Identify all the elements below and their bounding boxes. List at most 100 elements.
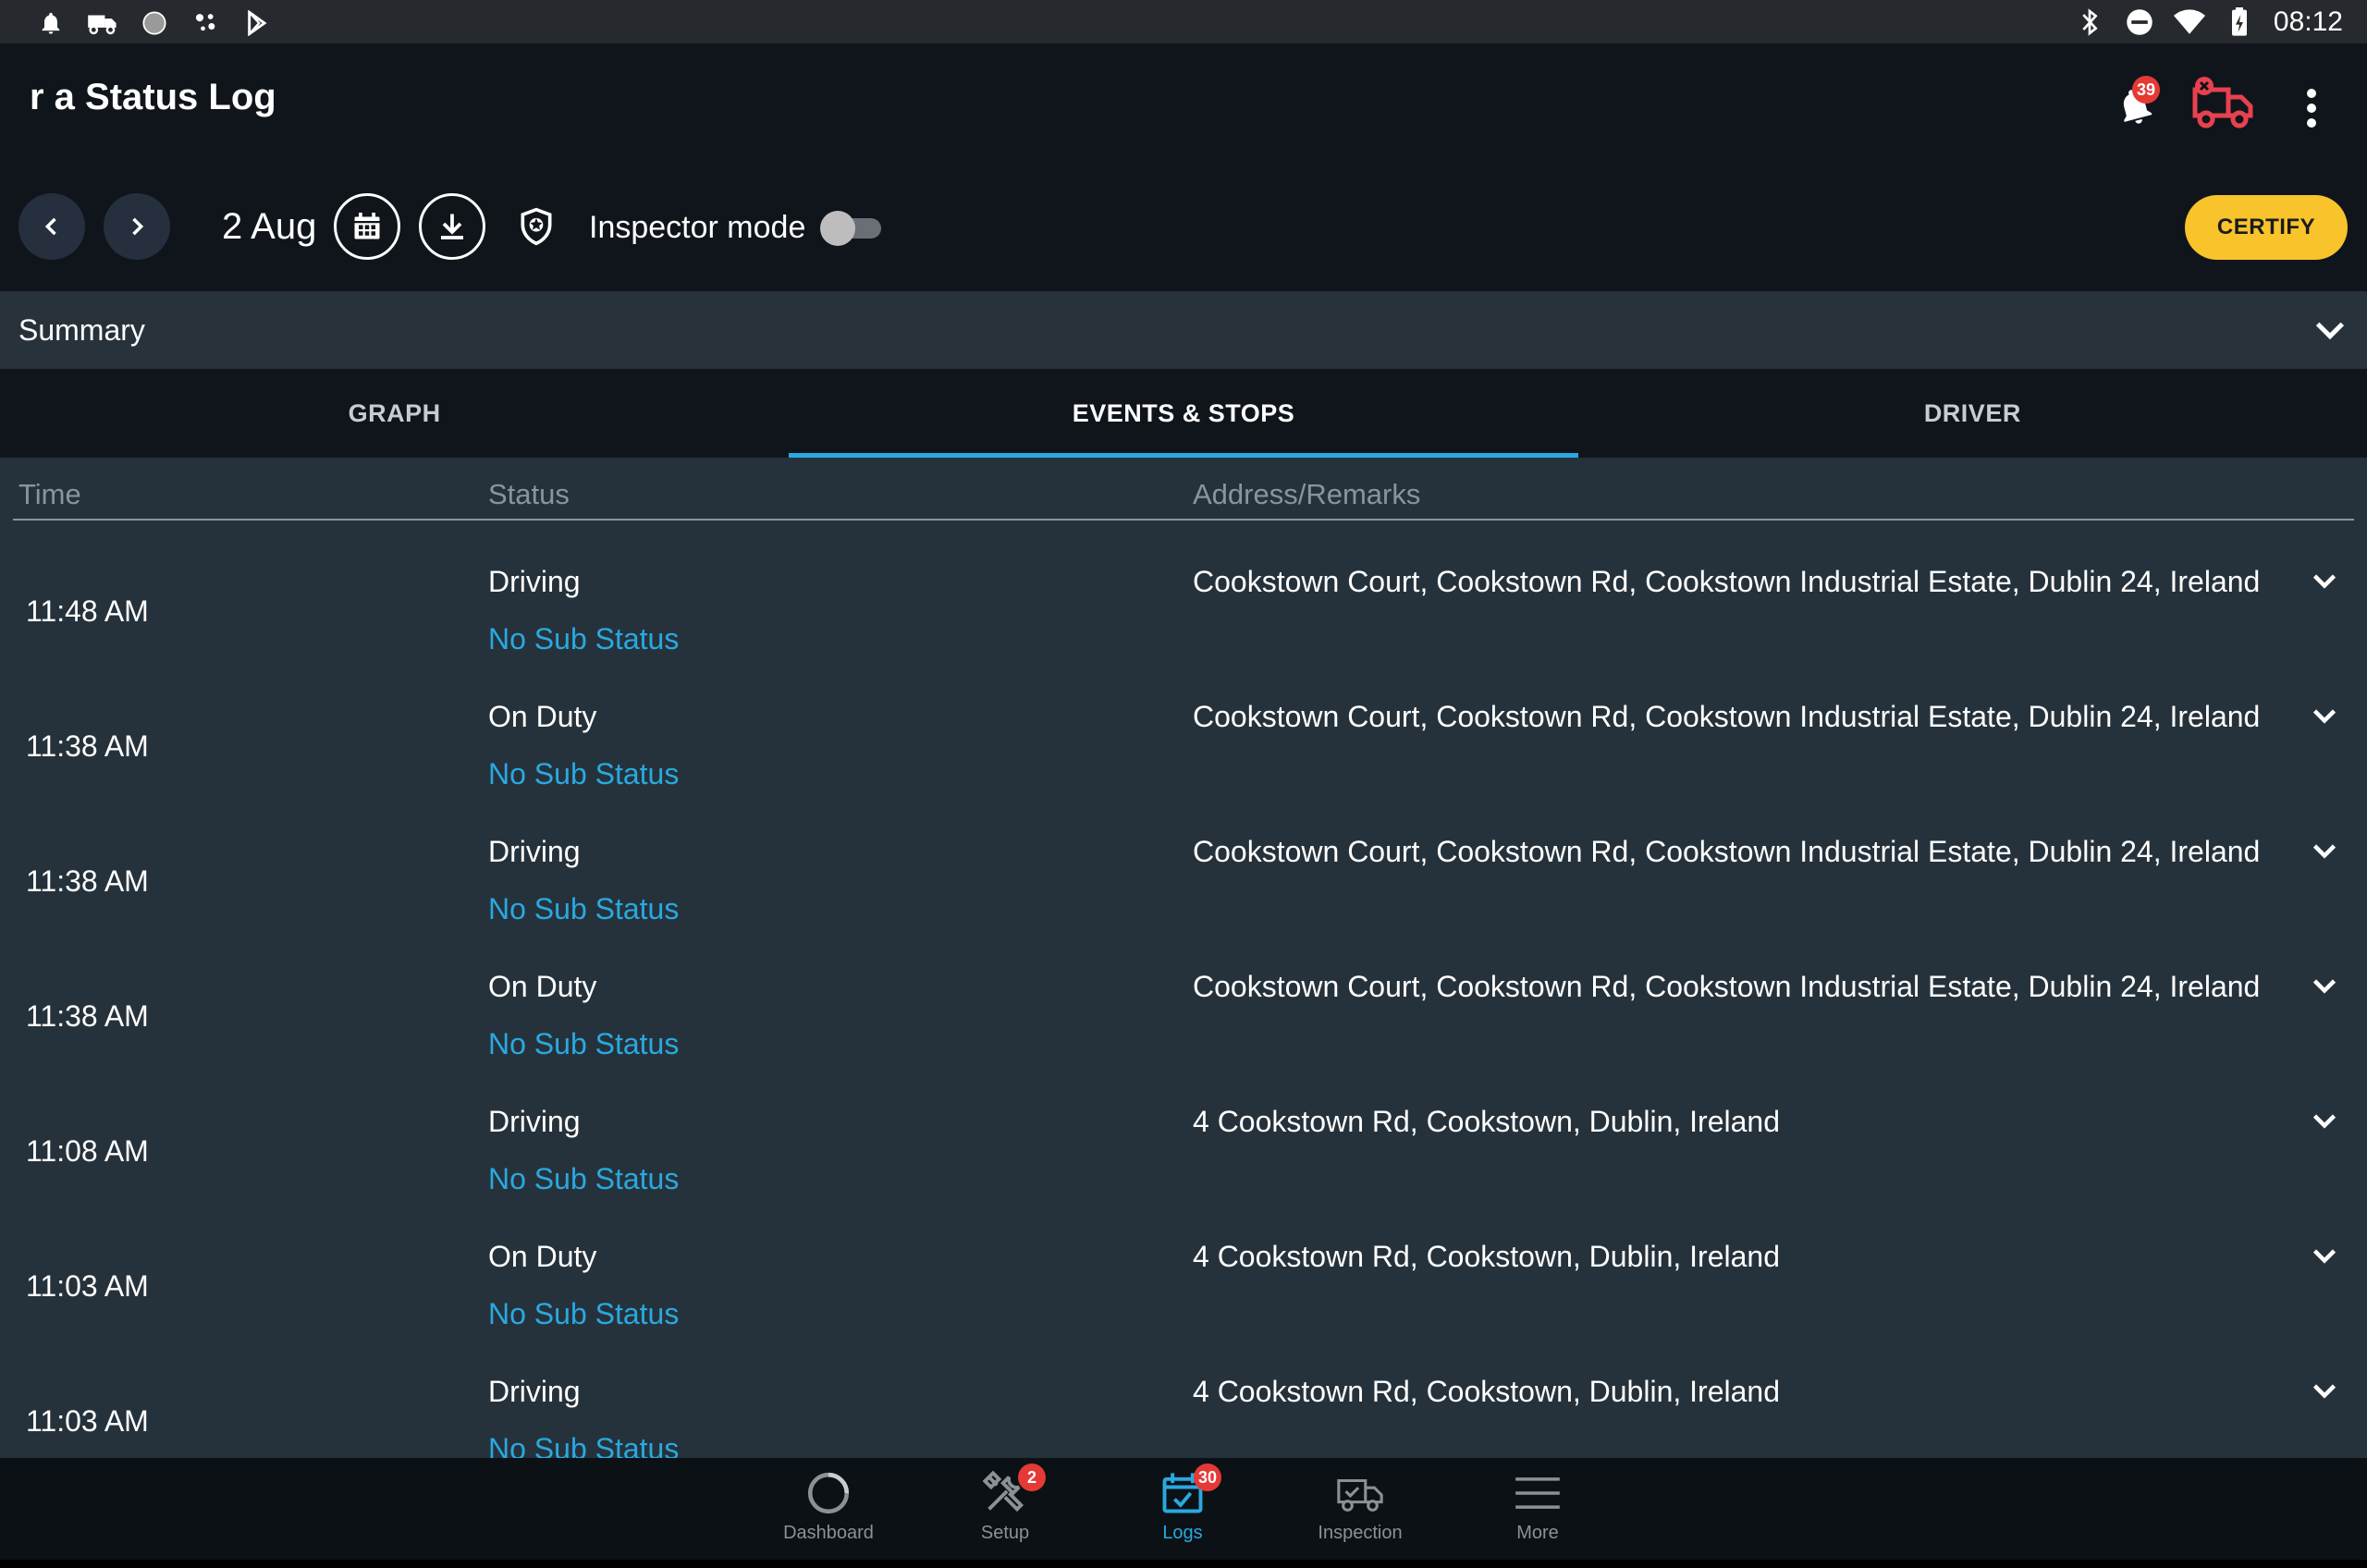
event-status: Driving <box>488 565 581 598</box>
event-time: 11:48 AM <box>26 594 149 628</box>
event-sub-status[interactable]: No Sub Status <box>488 892 679 926</box>
nav-more[interactable]: More <box>1468 1467 1607 1556</box>
table-row[interactable]: 11:03 AM On Duty No Sub Status 4 Cooksto… <box>0 1214 2367 1349</box>
truck-alert-icon <box>2192 77 2253 129</box>
column-header-address: Address/Remarks <box>1193 478 1421 510</box>
tab-events-stops[interactable]: EVENTS & STOPS <box>789 369 1578 458</box>
nav-label: Dashboard <box>783 1523 874 1543</box>
event-status: Driving <box>488 835 581 868</box>
download-icon <box>441 214 463 239</box>
battery-icon <box>2224 6 2255 38</box>
nav-label: Logs <box>1162 1523 1203 1543</box>
expand-chevron-icon[interactable] <box>2308 1240 2345 1277</box>
expand-chevron-icon[interactable] <box>2308 565 2345 602</box>
event-sub-status[interactable]: No Sub Status <box>488 622 679 656</box>
bottom-navigation: Dashboard 2 Setup 30 Logs Inspection Mor… <box>0 1458 2367 1560</box>
dots-icon <box>190 7 222 39</box>
event-sub-status[interactable]: No Sub Status <box>488 1027 679 1061</box>
expand-chevron-icon[interactable] <box>2308 700 2345 737</box>
table-row[interactable]: 11:38 AM On Duty No Sub Status Cookstown… <box>0 944 2367 1079</box>
column-header-time: Time <box>18 478 81 510</box>
clock-time: 08:12 <box>2273 6 2343 37</box>
calendar-icon <box>354 213 380 239</box>
event-time: 11:08 AM <box>26 1134 149 1168</box>
next-day-button[interactable] <box>104 193 170 260</box>
event-address: Cookstown Court, Cookstown Rd, Cookstown… <box>1193 835 2261 868</box>
app-bar: r a Status Log 39 2 Aug Inspector mode C… <box>0 43 2367 291</box>
event-sub-status[interactable]: No Sub Status <box>488 1432 679 1458</box>
status-bar-left-icons <box>35 7 274 39</box>
kebab-menu-icon <box>2307 89 2316 128</box>
event-sub-status[interactable]: No Sub Status <box>488 757 679 791</box>
event-status: On Duty <box>488 970 597 1003</box>
event-sub-status[interactable]: No Sub Status <box>488 1297 679 1331</box>
calendar-picker-button[interactable] <box>334 193 400 260</box>
event-time: 11:38 AM <box>26 864 149 898</box>
logs-badge: 30 <box>1194 1464 1222 1491</box>
event-address: Cookstown Court, Cookstown Rd, Cookstown… <box>1193 970 2261 1003</box>
expand-chevron-icon[interactable] <box>2308 1375 2345 1412</box>
event-time: 11:38 AM <box>26 729 149 763</box>
events-table[interactable]: Time Status Address/Remarks 11:48 AM Dri… <box>0 458 2367 1458</box>
truck-icon <box>87 7 118 39</box>
wifi-icon <box>2173 6 2205 38</box>
tab-graph[interactable]: GRAPH <box>0 369 789 458</box>
dashboard-spinner-icon <box>801 1467 856 1519</box>
table-row[interactable]: 11:03 AM Driving No Sub Status 4 Cooksto… <box>0 1349 2367 1458</box>
system-nav-strip <box>0 1560 2367 1568</box>
summary-label: Summary <box>18 313 145 347</box>
notification-bell-icon <box>35 7 67 39</box>
notifications-button[interactable]: 39 <box>2114 76 2161 129</box>
toggle-knob <box>820 211 855 246</box>
event-time: 11:03 AM <box>26 1269 149 1303</box>
nav-label: Inspection <box>1318 1523 1403 1543</box>
expand-chevron-icon[interactable] <box>2308 835 2345 872</box>
nav-setup[interactable]: 2 Setup <box>936 1464 1074 1556</box>
summary-expander[interactable]: Summary <box>0 291 2367 369</box>
event-time: 11:38 AM <box>26 999 149 1033</box>
tab-driver[interactable]: DRIVER <box>1578 369 2367 458</box>
column-header-status: Status <box>488 478 570 510</box>
table-row[interactable]: 11:38 AM On Duty No Sub Status Cookstown… <box>0 674 2367 809</box>
calendar-check-icon: 30 <box>1155 1464 1222 1519</box>
expand-chevron-icon[interactable] <box>2308 970 2345 1007</box>
table-row[interactable]: 11:08 AM Driving No Sub Status 4 Cooksto… <box>0 1079 2367 1214</box>
status-bar-right-icons: 08:12 <box>2074 4 2343 41</box>
event-status: On Duty <box>488 700 597 733</box>
nav-label: Setup <box>980 1523 1030 1543</box>
table-header: Time Status Address/Remarks <box>13 478 2354 521</box>
table-row[interactable]: 11:48 AM Driving No Sub Status Cookstown… <box>0 539 2367 674</box>
event-address: Cookstown Court, Cookstown Rd, Cookstown… <box>1193 565 2261 598</box>
nav-dashboard[interactable]: Dashboard <box>759 1467 898 1556</box>
event-address: 4 Cookstown Rd, Cookstown, Dublin, Irela… <box>1193 1105 1780 1138</box>
vehicle-disconnected-button[interactable] <box>2191 77 2258 132</box>
event-address: Cookstown Court, Cookstown Rd, Cookstown… <box>1193 700 2261 733</box>
selected-date: 2 Aug <box>222 206 317 247</box>
chevron-down-icon <box>2312 312 2349 349</box>
event-status: On Duty <box>488 1240 597 1273</box>
truck-check-icon <box>1332 1467 1388 1519</box>
inspector-mode-label: Inspector mode <box>589 210 806 245</box>
tools-icon: 2 <box>977 1464 1046 1519</box>
play-store-icon <box>242 7 274 39</box>
certify-button[interactable]: CERTIFY <box>2185 195 2348 260</box>
log-tabs: GRAPH EVENTS & STOPS DRIVER <box>0 369 2367 458</box>
notification-count-badge: 39 <box>2132 76 2161 104</box>
nav-inspection[interactable]: Inspection <box>1291 1467 1429 1556</box>
event-address: 4 Cookstown Rd, Cookstown, Dublin, Irela… <box>1193 1375 1780 1408</box>
previous-day-button[interactable] <box>18 193 85 260</box>
chevron-left-icon <box>44 217 56 236</box>
inspector-mode-toggle[interactable] <box>820 211 883 246</box>
page-title: r a Status Log <box>30 77 276 117</box>
event-time: 11:03 AM <box>26 1404 149 1438</box>
event-sub-status[interactable]: No Sub Status <box>488 1162 679 1196</box>
download-log-button[interactable] <box>419 193 485 260</box>
chevron-right-icon <box>132 217 144 236</box>
overflow-menu-button[interactable] <box>2293 80 2330 136</box>
table-row[interactable]: 11:38 AM Driving No Sub Status Cookstown… <box>0 809 2367 944</box>
nav-label: More <box>1516 1523 1559 1543</box>
bluetooth-icon <box>2074 6 2105 38</box>
menu-icon <box>1510 1467 1565 1519</box>
nav-logs[interactable]: 30 Logs <box>1113 1464 1252 1556</box>
expand-chevron-icon[interactable] <box>2308 1105 2345 1142</box>
